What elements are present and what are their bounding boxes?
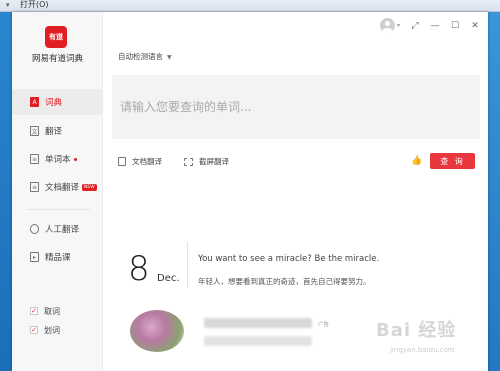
dictionary-icon: A (30, 97, 39, 107)
document-icon (118, 157, 126, 166)
avatar[interactable] (379, 18, 395, 33)
main-panel: ▾ ⤢ — ☐ ✕ 自动检测语言 ▼ 文档翻译 截屏翻译 👍 查 询 8 Dec.… (104, 12, 488, 371)
dictionary-window: 有道 网易有道词典 A 词典 文 翻译 ≡ 单词本 ≡ 文档翻译 NEW 人工翻… (12, 12, 488, 371)
sidebar-item-label: 翻译 (45, 127, 63, 137)
sidebar-item-label: 单词本 (45, 155, 71, 165)
daily-quote-chinese: 年轻人，想要看到真正的奇迹，首先自己得要努力。 (198, 277, 371, 286)
menu-arrow-icon: ▾ (6, 1, 10, 9)
sidebar-item-label: 人工翻译 (45, 225, 80, 235)
translate-icon: 文 (30, 126, 39, 136)
human-translate-icon (30, 224, 39, 234)
language-select-label: 自动检测语言 (118, 52, 163, 61)
screenshot-icon (184, 157, 193, 166)
app-name: 网易有道词典 (31, 54, 83, 64)
pick-word-toggle[interactable]: ✓ 取词 (30, 304, 60, 318)
checkbox-checked-icon[interactable]: ✓ (30, 307, 38, 315)
sidebar-item-label: 词典 (45, 98, 63, 108)
ad-subtitle-blurred[interactable] (204, 336, 312, 346)
app-logo: 有道 (45, 26, 67, 48)
daily-quote-english[interactable]: You want to see a miracle? Be the miracl… (198, 254, 379, 264)
language-select[interactable]: 自动检测语言 ▼ (118, 51, 172, 62)
window-controls: ▾ ⤢ — ☐ ✕ (379, 18, 480, 33)
sidebar-divider (26, 209, 90, 210)
document-translate-icon: ≡ (30, 182, 39, 192)
sidebar-item-course[interactable]: ▸ 精品课 (12, 244, 103, 270)
ad-title-blurred[interactable] (204, 318, 312, 328)
open-menu[interactable]: 打开(O) (20, 0, 49, 10)
chevron-down-icon[interactable]: ▾ (397, 22, 400, 29)
sidebar-item-translate[interactable]: 文 翻译 (12, 118, 103, 144)
logo-text: 有道 (49, 33, 63, 41)
doc-translate-label: 文档翻译 (132, 157, 162, 166)
sidebar-item-label: 文档翻译 (45, 183, 80, 193)
select-word-label: 划词 (44, 325, 60, 335)
query-button[interactable]: 查 询 (430, 153, 475, 169)
thumbs-up-icon[interactable]: 👍 (411, 156, 422, 166)
sidebar-item-label: 精品课 (45, 253, 71, 263)
sidebar: 有道 网易有道词典 A 词典 文 翻译 ≡ 单词本 ≡ 文档翻译 NEW 人工翻… (12, 12, 103, 371)
course-icon: ▸ (30, 252, 39, 262)
desktop-background-left (0, 12, 12, 371)
sidebar-item-document-translate[interactable]: ≡ 文档翻译 NEW (12, 174, 103, 200)
ad-label: 广告 (318, 322, 330, 328)
wordbook-icon: ≡ (30, 154, 39, 164)
select-word-toggle[interactable]: ✓ 划词 (30, 323, 60, 337)
close-icon[interactable]: ✕ (470, 21, 480, 31)
pick-word-label: 取词 (44, 306, 60, 316)
ad-image[interactable] (130, 310, 184, 352)
sidebar-item-human-translate[interactable]: 人工翻译 (12, 216, 103, 242)
checkbox-checked-icon[interactable]: ✓ (30, 326, 38, 334)
mini-mode-icon[interactable]: ⤢ (410, 21, 420, 31)
maximize-icon[interactable]: ☐ (450, 21, 460, 31)
doc-translate-button[interactable]: 文档翻译 (118, 156, 162, 167)
desktop-background-right (488, 12, 500, 371)
daily-day: 8 (128, 249, 150, 289)
screenshot-translate-button[interactable]: 截屏翻译 (184, 156, 229, 167)
screenshot-translate-label: 截屏翻译 (199, 157, 229, 166)
search-input[interactable] (112, 75, 480, 139)
new-badge: NEW (82, 183, 97, 191)
caret-down-icon: ▼ (167, 54, 172, 61)
system-top-bar: ▾ 打开(O) (0, 0, 500, 12)
sidebar-item-dictionary[interactable]: A 词典 (12, 89, 103, 115)
notification-dot (73, 157, 77, 161)
daily-month: Dec. (157, 273, 180, 284)
daily-divider (187, 242, 188, 288)
minimize-icon[interactable]: — (430, 21, 440, 31)
sidebar-item-wordbook[interactable]: ≡ 单词本 (12, 146, 103, 172)
